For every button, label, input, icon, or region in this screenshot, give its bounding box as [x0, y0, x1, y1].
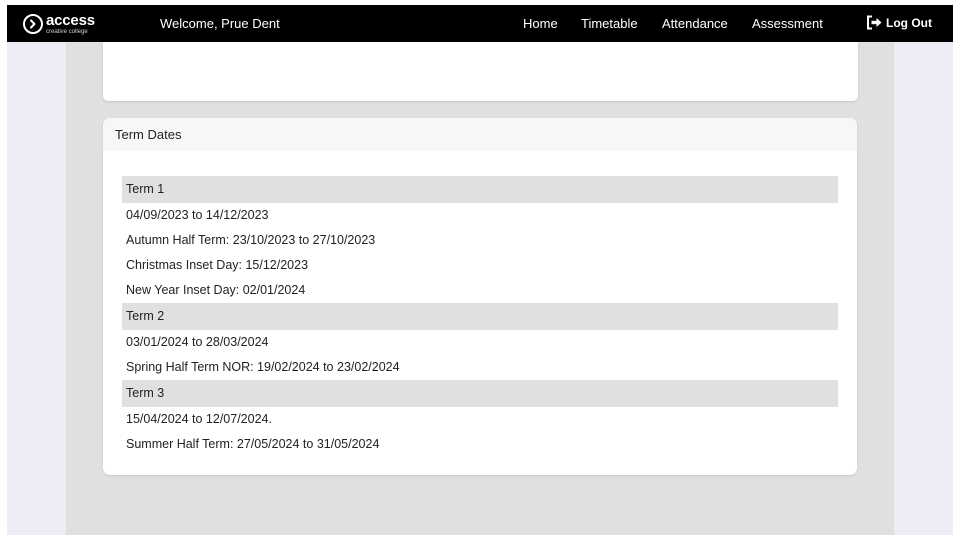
nav-attendance[interactable]: Attendance [662, 16, 728, 31]
term-date-row: Summer Half Term: 27/05/2024 to 31/05/20… [126, 437, 380, 451]
chevron-right-icon [23, 13, 43, 34]
main-content: Term Dates Term 1 04/09/2023 to 14/12/20… [66, 42, 894, 535]
access-logo[interactable]: access creative college [23, 12, 95, 35]
term-heading: Term 2 [122, 303, 838, 330]
term-date-row: Spring Half Term NOR: 19/02/2024 to 23/0… [126, 360, 400, 374]
sign-out-icon [867, 15, 882, 30]
card-title: Term Dates [103, 118, 857, 151]
nav-timetable[interactable]: Timetable [581, 16, 638, 31]
logo-sub-text: creative college [46, 28, 88, 35]
logout-label: Log Out [886, 15, 932, 30]
term-date-row: Christmas Inset Day: 15/12/2023 [126, 258, 309, 272]
welcome-text: Welcome, Prue Dent [160, 16, 280, 31]
term-heading: Term 3 [122, 380, 838, 407]
term-dates-list: Term 1 04/09/2023 to 14/12/2023 Autumn H… [103, 151, 857, 457]
logo-main-text: access [46, 11, 95, 29]
top-navbar: access creative college Welcome, Prue De… [7, 5, 953, 42]
term-date-row: Autumn Half Term: 23/10/2023 to 27/10/20… [126, 233, 376, 247]
nav-assessment[interactable]: Assessment [752, 16, 823, 31]
previous-card [103, 42, 858, 101]
term-date-row: 03/01/2024 to 28/03/2024 [126, 335, 269, 349]
logout-button[interactable]: Log Out [866, 15, 932, 30]
term-date-row: 04/09/2023 to 14/12/2023 [126, 208, 269, 222]
term-date-row: 15/04/2024 to 12/07/2024. [126, 412, 272, 426]
logo-wordmark: access creative college [46, 13, 95, 35]
nav-home[interactable]: Home [523, 16, 558, 31]
term-heading: Term 1 [122, 176, 838, 203]
term-dates-card: Term Dates Term 1 04/09/2023 to 14/12/20… [103, 118, 857, 475]
term-date-row: New Year Inset Day: 02/01/2024 [126, 283, 306, 297]
app-window: access creative college Welcome, Prue De… [7, 5, 953, 535]
